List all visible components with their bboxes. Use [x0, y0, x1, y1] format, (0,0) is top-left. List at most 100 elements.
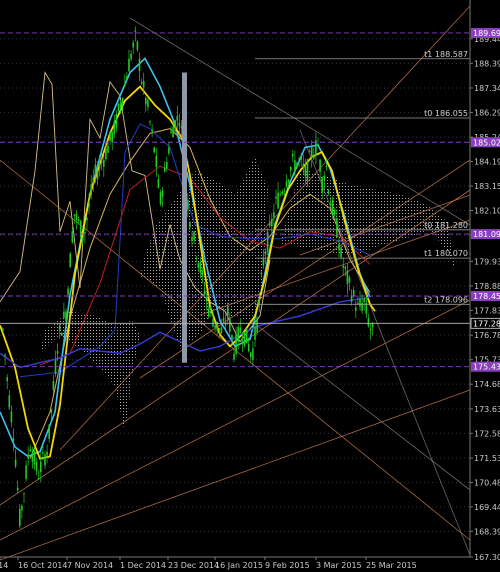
- candle-body: [153, 147, 155, 153]
- candle-body: [313, 156, 315, 159]
- y-axis: 189.440188.395187.340186.295185.240184.1…: [469, 0, 500, 562]
- price-badge-label: 185.020: [473, 138, 500, 147]
- candle-body: [105, 148, 107, 160]
- candle-body: [82, 237, 84, 241]
- candle-body: [86, 218, 88, 221]
- x-tick-label: 25 Mar 2015: [366, 561, 417, 570]
- candle-body: [355, 307, 357, 311]
- candle-body: [308, 151, 311, 153]
- price-badge-label: 177.285: [473, 319, 500, 328]
- candle-body: [218, 328, 221, 331]
- candle-body: [33, 451, 36, 465]
- y-tick-label: 183.150: [474, 182, 500, 191]
- y-tick-label: 173.630: [474, 405, 500, 414]
- candle-body: [321, 178, 323, 193]
- candle-body: [334, 209, 336, 215]
- candle-body: [357, 302, 359, 304]
- candle-body: [323, 175, 326, 180]
- candle-body: [260, 272, 263, 275]
- candle-body: [325, 166, 328, 168]
- target-label: t0 186.055: [424, 109, 468, 118]
- y-tick-label: 176.780: [474, 331, 500, 340]
- candle-body: [52, 381, 55, 390]
- candle-body: [294, 160, 296, 171]
- candle-body: [111, 132, 113, 143]
- candle-body: [35, 462, 38, 471]
- candle-body: [178, 122, 181, 127]
- candle-body: [21, 505, 23, 511]
- candle-body: [56, 350, 59, 354]
- candle-body: [273, 212, 275, 218]
- candle-body: [142, 80, 145, 88]
- y-tick-label: 169.440: [474, 503, 500, 512]
- candle-body: [302, 163, 305, 168]
- candle-body: [40, 461, 42, 473]
- candle-body: [130, 53, 132, 60]
- candle-body: [279, 194, 281, 196]
- vertical-band: [182, 72, 187, 363]
- y-tick-label: 188.395: [474, 59, 500, 68]
- candle-body: [247, 344, 250, 352]
- candle-body: [300, 156, 302, 160]
- candle-body: [304, 166, 307, 177]
- candle-body: [157, 179, 160, 188]
- candle-body: [235, 333, 237, 355]
- candle-body: [115, 113, 118, 128]
- candle-body: [359, 299, 361, 307]
- candle-body: [168, 147, 170, 154]
- candle-body: [151, 129, 153, 132]
- candle-body: [90, 184, 92, 196]
- candle-body: [119, 103, 122, 109]
- candle-body: [94, 164, 97, 174]
- candle-body: [344, 266, 347, 269]
- candle-body: [84, 232, 86, 234]
- y-tick-label: 172.585: [474, 429, 500, 438]
- candle-body: [243, 331, 246, 346]
- y-tick-label: 177.835: [474, 306, 500, 315]
- candle-body: [367, 318, 370, 326]
- candle-body: [65, 311, 67, 321]
- candle-body: [42, 452, 44, 454]
- candle-body: [79, 220, 82, 238]
- y-tick-label: 187.340: [474, 84, 500, 93]
- candle-body: [61, 332, 63, 336]
- candle-body: [292, 153, 294, 157]
- candle-body: [254, 326, 256, 340]
- price-badge-label: 189.690: [473, 29, 500, 38]
- candle-body: [140, 82, 143, 84]
- candle-body: [67, 288, 69, 295]
- candle-body: [199, 262, 202, 273]
- y-tick-label: 168.395: [474, 527, 500, 536]
- candle-body: [369, 328, 372, 331]
- candle-body: [187, 200, 189, 210]
- y-tick-label: 170.485: [474, 478, 500, 487]
- candle-body: [306, 159, 309, 181]
- candle-body: [331, 200, 334, 216]
- candle-body: [193, 231, 195, 241]
- candle-body: [319, 159, 321, 172]
- candle-body: [50, 409, 53, 413]
- candle-body: [231, 335, 233, 342]
- x-tick-label: 16 Jan 2015: [215, 561, 263, 570]
- candle-body: [124, 83, 126, 86]
- candle-body: [155, 155, 158, 168]
- x-tick-label: 3 Mar 2015: [316, 561, 362, 570]
- candle-body: [172, 127, 174, 138]
- candle-body: [340, 247, 342, 258]
- candle-body: [287, 179, 290, 182]
- candle-body: [103, 159, 105, 167]
- candle-body: [210, 307, 212, 310]
- candle-body: [289, 166, 292, 171]
- candle-body: [197, 262, 200, 268]
- x-tick-label: 9 Feb 2015: [265, 561, 310, 570]
- y-tick-label: 186.295: [474, 108, 500, 117]
- target-label: t1 180.070: [424, 249, 468, 258]
- candle-body: [23, 493, 25, 495]
- candle-body: [195, 257, 197, 259]
- candle-body: [226, 306, 229, 317]
- candle-body: [296, 162, 298, 168]
- candle-body: [96, 171, 99, 180]
- candle-body: [201, 270, 204, 276]
- candle-body: [352, 289, 355, 297]
- candle-body: [348, 277, 351, 283]
